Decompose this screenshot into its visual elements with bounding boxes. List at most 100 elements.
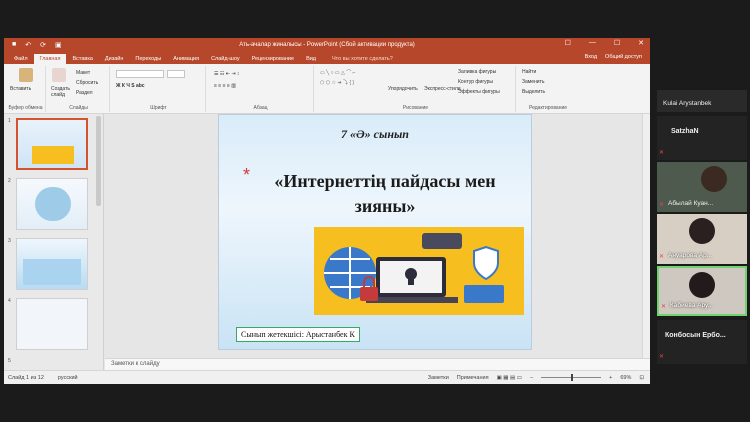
slide-thumbnails-pane[interactable]: 1 2 3 4 5 — [4, 114, 104, 370]
shapes-gallery-row2[interactable]: ⬠ ⬡ ☆ ➔ ⤵ { } — [320, 79, 354, 86]
paste-button[interactable]: Вставить — [10, 86, 31, 92]
screen: ■ ↶ ⟳ ▣ Ать-ачалар жиналысы - PowerPoint… — [0, 0, 750, 422]
zoom-in-icon[interactable]: + — [609, 375, 612, 381]
notes-pane[interactable]: Заметки к слайду — [105, 358, 650, 370]
zoom-out-icon[interactable]: − — [530, 375, 533, 381]
current-slide[interactable]: 7 «Ә» сынып * «Интернеттің пайдасы мен з… — [218, 114, 532, 350]
quick-styles-button[interactable]: Экспресс-стили — [424, 86, 461, 92]
paste-icon[interactable] — [18, 68, 33, 82]
group-clipboard: Вставить Буфер обмена — [6, 66, 46, 112]
participant-tile[interactable]: ✕ Абылай Куан... — [657, 162, 747, 212]
participant-tile[interactable]: Kulai Arystanbek — [657, 90, 747, 112]
align-buttons[interactable]: ≡ ≡ ≡ ≡ ▥ — [214, 83, 236, 89]
shape-effects-button[interactable]: Эффекты фигуры — [458, 89, 500, 95]
card-icon — [464, 285, 504, 303]
thumb-image — [23, 259, 81, 285]
notes-toggle[interactable]: Заметки — [428, 375, 449, 381]
language-indicator[interactable]: русский — [58, 375, 78, 381]
internet-illustration — [314, 227, 524, 315]
slide-thumbnail-4[interactable] — [16, 298, 88, 350]
tell-me-search[interactable]: Что вы хотите сделать? — [328, 54, 397, 64]
find-button[interactable]: Найти — [522, 69, 536, 75]
close-button[interactable]: ✕ — [638, 39, 644, 47]
slide-thumbnail-3[interactable] — [16, 238, 88, 290]
participant-tile[interactable]: Конбосын Ербо... ✕ — [657, 320, 747, 364]
mic-off-icon: ✕ — [659, 150, 665, 156]
shape-fill-button[interactable]: Заливка фигуры — [458, 69, 496, 75]
video-feed — [689, 218, 715, 244]
group-slides: Создать слайд Макет Сбросить Раздел Слай… — [48, 66, 110, 112]
participant-name: Ануарова Ар... — [668, 252, 713, 259]
tab-view[interactable]: Вид — [300, 54, 322, 64]
zoom-slider[interactable] — [541, 374, 602, 381]
tab-transitions[interactable]: Переходы — [129, 54, 167, 64]
padlock-icon — [360, 287, 378, 301]
thumbs-scrollbar[interactable] — [96, 116, 101, 206]
thumb-number: 2 — [8, 178, 11, 184]
thumb-number: 3 — [8, 238, 11, 244]
slide-scrollbar[interactable] — [642, 114, 650, 358]
shapes-gallery[interactable]: ▭ ╲ ○ ▭ △ ⌒ ⌐ — [320, 69, 356, 76]
select-button[interactable]: Выделить — [522, 89, 545, 95]
present-icon[interactable]: ▣ — [55, 41, 62, 49]
server-icon — [422, 233, 462, 249]
tab-design[interactable]: Дизайн — [99, 54, 130, 64]
participant-name: SatzhaN — [671, 128, 699, 135]
minimize-button[interactable]: — — [589, 39, 596, 47]
tab-insert[interactable]: Вставка — [66, 54, 98, 64]
window-title: Ать-ачалар жиналысы - PowerPoint (Сбой а… — [239, 42, 415, 48]
participant-name: Kulai Arystanbek — [663, 100, 712, 107]
participant-tile[interactable]: ✕ Ануарова Ар... — [657, 214, 747, 264]
thumb-image — [35, 187, 71, 221]
mic-off-icon: ✕ — [661, 304, 667, 310]
font-size-input[interactable] — [167, 70, 185, 78]
list-buttons[interactable]: ☰ ☷ ⇤ ⇥ ↕ — [214, 71, 239, 77]
tab-slideshow[interactable]: Слайд-шоу — [205, 54, 246, 64]
slide-thumbnail-1[interactable] — [16, 118, 88, 170]
ribbon-display-icon[interactable]: ☐ — [565, 39, 571, 47]
tab-animations[interactable]: Анимация — [167, 54, 205, 64]
fit-slide-icon[interactable]: ⊡ — [639, 375, 644, 381]
slide-class-label: 7 «Ә» сынып — [341, 127, 409, 141]
font-name-input[interactable] — [116, 70, 164, 78]
share-button[interactable]: Общий доступ — [605, 54, 642, 60]
layout-button[interactable]: Макет — [76, 70, 90, 76]
group-editing: Найти Заменить Выделить Редактирование — [518, 66, 578, 112]
tab-home[interactable]: Главная — [33, 54, 67, 64]
teacher-caption: Сынып жетекшісі: Арыстанбек К — [236, 327, 360, 342]
participants-panel: Kulai Arystanbek SatzhaN ✕ ✕ Абылай Куан… — [654, 90, 750, 370]
quick-access-toolbar: ■ ↶ ⟳ ▣ — [4, 41, 62, 49]
slide-canvas: 7 «Ә» сынып * «Интернеттің пайдасы мен з… — [105, 114, 650, 358]
undo-icon[interactable]: ↶ — [25, 41, 31, 49]
tab-review[interactable]: Рецензирование — [246, 54, 300, 64]
zoom-slider-knob[interactable] — [571, 374, 574, 381]
group-label-clipboard: Буфер обмена — [8, 105, 43, 111]
slide-title: «Интернеттің пайдасы мен зияны» — [274, 171, 496, 216]
maximize-button[interactable]: ☐ — [614, 39, 620, 47]
replace-button[interactable]: Заменить — [522, 79, 544, 85]
thumb-number: 5 — [8, 358, 11, 364]
reset-button[interactable]: Сбросить — [76, 80, 98, 86]
ribbon: Вставить Буфер обмена Создать слайд Маке… — [4, 64, 650, 114]
thumb-number: 1 — [8, 118, 11, 124]
participant-tile[interactable]: SatzhaN ✕ — [657, 116, 747, 160]
redo-icon[interactable]: ⟳ — [40, 41, 46, 49]
shape-outline-button[interactable]: Контур фигуры — [458, 79, 493, 85]
save-icon[interactable]: ■ — [12, 41, 16, 49]
tab-file[interactable]: Файл — [8, 54, 34, 64]
participant-tile-active[interactable]: ✕ Кабиева Ару... — [657, 266, 747, 316]
video-feed — [689, 272, 715, 298]
font-style-buttons[interactable]: Ж К Ч S abc — [116, 83, 145, 89]
slide-thumbnail-2[interactable] — [16, 178, 88, 230]
account-area: Вход Общий доступ — [585, 54, 642, 60]
editor-area: 1 2 3 4 5 7 «Ә» сынып * «Интернеттің пай… — [4, 114, 650, 370]
new-slide-button[interactable]: Создать слайд — [51, 86, 73, 98]
new-slide-icon[interactable] — [52, 68, 66, 82]
comments-toggle[interactable]: Примечания — [457, 375, 489, 381]
zoom-level[interactable]: 69% — [620, 375, 631, 381]
mic-off-icon: ✕ — [659, 202, 665, 208]
view-buttons[interactable]: ▣ ▦ ▤ ▭ — [497, 375, 522, 381]
section-button[interactable]: Раздел — [76, 90, 93, 96]
signin-link[interactable]: Вход — [585, 54, 597, 60]
arrange-button[interactable]: Упорядочить — [388, 86, 418, 92]
